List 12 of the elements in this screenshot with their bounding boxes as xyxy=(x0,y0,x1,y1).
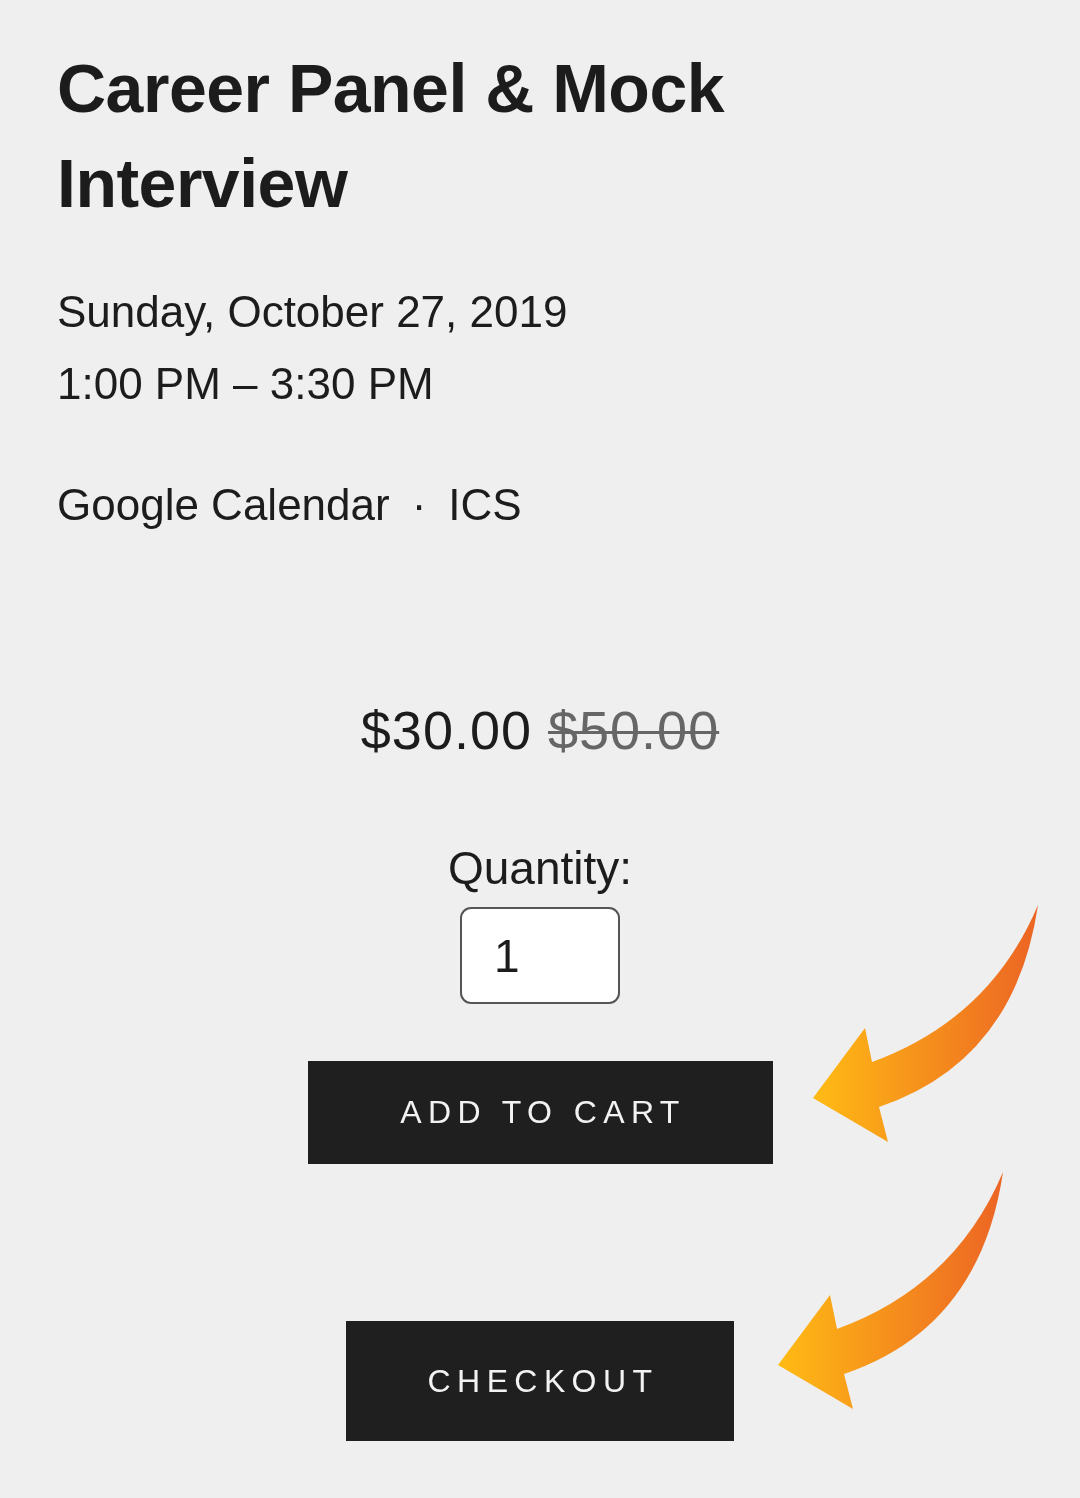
sale-price: $30.00 xyxy=(360,699,532,762)
add-to-cart-button[interactable]: ADD TO CART xyxy=(307,1061,773,1164)
checkout-button[interactable]: CHECKOUT xyxy=(346,1321,734,1441)
calendar-link[interactable]: ICS xyxy=(448,469,522,541)
original-price: $50.00 xyxy=(548,699,720,762)
calendar-link[interactable]: Google Calendar xyxy=(57,469,390,541)
event-time: 1:00 PM – 3:30 PM xyxy=(57,358,434,410)
event-date: Sunday, October 27, 2019 xyxy=(57,286,568,338)
event-title: Career Panel & Mock Interview xyxy=(57,49,726,223)
quantity-field[interactable]: 1 xyxy=(460,907,620,1004)
quantity-label: Quantity: xyxy=(447,841,633,896)
link-separator: · xyxy=(411,479,427,531)
